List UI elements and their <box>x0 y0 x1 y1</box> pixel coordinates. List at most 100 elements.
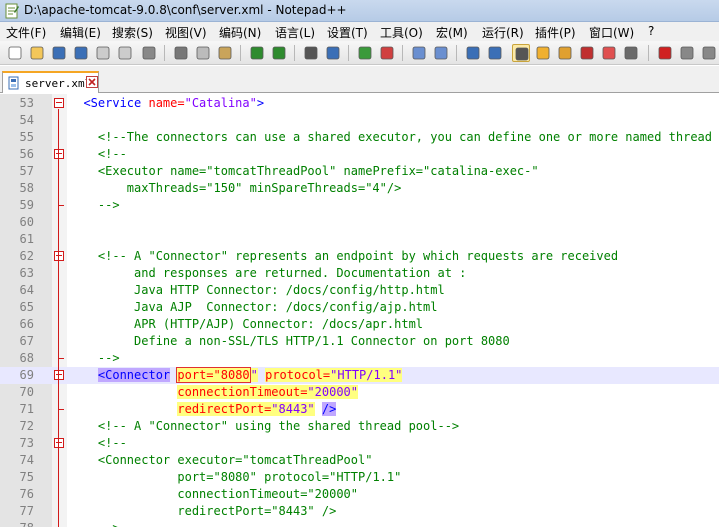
cut-icon[interactable] <box>172 44 190 62</box>
function-list-icon[interactable] <box>578 44 596 62</box>
menu-item-2[interactable]: 搜索(S) <box>112 24 153 41</box>
tab-server-xml[interactable]: server.xml <box>2 71 99 93</box>
menu-item-11[interactable]: 窗口(W) <box>589 24 634 41</box>
menu-item-5[interactable]: 语言(L) <box>275 24 315 41</box>
stop-macro-icon[interactable] <box>678 44 696 62</box>
toolbar-separator <box>240 45 241 61</box>
fold-end-marker <box>58 409 64 410</box>
line-number: 74 <box>19 453 34 467</box>
toolbar-separator <box>294 45 295 61</box>
menu-item-6[interactable]: 设置(T) <box>327 24 368 41</box>
code-line[interactable]: 53 <Service name="Catalina"> <box>0 95 719 112</box>
find-icon[interactable] <box>302 44 320 62</box>
menu-bar: 文件(F) 编辑(E) 搜索(S) 视图(V) 编码(N) 语言(L) 设置(T) 工具(O)… <box>0 22 719 41</box>
monitor-icon[interactable] <box>622 44 640 62</box>
code-token: --> <box>97 198 120 212</box>
code-line[interactable]: 60 <box>0 214 719 231</box>
close-icon[interactable] <box>94 44 112 62</box>
menu-item-10[interactable]: 插件(P) <box>535 24 576 41</box>
replace-icon[interactable] <box>324 44 342 62</box>
code-line[interactable]: 61 <box>0 231 719 248</box>
fold-toggle-icon[interactable] <box>54 149 64 159</box>
code-line[interactable]: 65 Java AJP Connector: /docs/config/ajp.… <box>0 299 719 316</box>
new-file-icon[interactable] <box>6 44 24 62</box>
fold-toggle-icon[interactable] <box>54 98 64 108</box>
undo-icon[interactable] <box>248 44 266 62</box>
code-line[interactable]: 67 Define a non-SSL/TLS HTTP/1.1 Connect… <box>0 333 719 350</box>
user-language-icon[interactable] <box>534 44 552 62</box>
line-number: 73 <box>19 436 34 450</box>
menu-item-3[interactable]: 视图(V) <box>165 24 207 41</box>
code-line[interactable]: 77 redirectPort="8443" /> <box>0 503 719 520</box>
fold-guide <box>58 449 59 527</box>
code-line[interactable]: 72 <!-- A "Connector" using the shared t… <box>0 418 719 435</box>
code-text: connectionTimeout="20000" <box>69 384 358 401</box>
code-token: --> <box>97 351 120 365</box>
fold-toggle-icon[interactable] <box>54 438 64 448</box>
zoom-out-icon[interactable] <box>378 44 396 62</box>
code-line[interactable]: 74 <Connector executor="tomcatThreadPool… <box>0 452 719 469</box>
code-line[interactable]: 70 connectionTimeout="20000" <box>0 384 719 401</box>
code-line[interactable]: 76 connectionTimeout="20000" <box>0 486 719 503</box>
code-line[interactable]: 78 --> <box>0 520 719 527</box>
save-icon[interactable] <box>50 44 68 62</box>
print-icon[interactable] <box>140 44 158 62</box>
code-line[interactable]: 58 maxThreads="150" minSpareThreads="4"/… <box>0 180 719 197</box>
code-line[interactable]: 69 <Connector port="8080" protocol="HTTP… <box>0 367 719 384</box>
play-macro-icon[interactable] <box>700 44 718 62</box>
menu-item-4[interactable]: 编码(N) <box>219 24 261 41</box>
code-text: <Executor name="tomcatThreadPool" namePr… <box>69 163 539 180</box>
code-line[interactable]: 66 APR (HTTP/AJP) Connector: /docs/apr.h… <box>0 316 719 333</box>
notepadpp-app-icon <box>5 3 19 19</box>
text-editor[interactable]: 53 <Service name="Catalina"> 54 55 <!--The… <box>0 94 719 527</box>
code-line[interactable]: 54 <box>0 112 719 129</box>
code-line[interactable]: 59 --> <box>0 197 719 214</box>
close-all-icon[interactable] <box>116 44 134 62</box>
code-line[interactable]: 68 --> <box>0 350 719 367</box>
line-number: 76 <box>19 487 34 501</box>
code-line[interactable]: 62 <!-- A "Connector" represents an endp… <box>0 248 719 265</box>
menu-item-8[interactable]: 宏(M) <box>436 24 468 41</box>
code-line[interactable]: 56 <!-- <box>0 146 719 163</box>
code-line[interactable]: 55 <!--The connectors can use a shared e… <box>0 129 719 146</box>
menu-item-0[interactable]: 文件(F) <box>6 24 46 41</box>
word-wrap-icon[interactable] <box>464 44 482 62</box>
toolbar-separator <box>402 45 403 61</box>
fold-toggle-icon[interactable] <box>54 251 64 261</box>
line-number: 69 <box>19 368 34 382</box>
code-line[interactable]: 73 <!-- <box>0 435 719 452</box>
code-token: name= <box>141 96 185 110</box>
sync-vertical-icon[interactable] <box>410 44 428 62</box>
fold-toggle-icon[interactable] <box>54 370 64 380</box>
indent-guide-icon[interactable] <box>512 44 530 62</box>
code-line[interactable]: 75 port="8080" protocol="HTTP/1.1" <box>0 469 719 486</box>
code-text: --> <box>69 350 120 367</box>
tab-close-icon[interactable] <box>86 76 98 88</box>
code-line[interactable]: 63 and responses are returned. Documenta… <box>0 265 719 282</box>
redo-icon[interactable] <box>270 44 288 62</box>
save-all-icon[interactable] <box>72 44 90 62</box>
code-line[interactable]: 64 Java HTTP Connector: /docs/config/htt… <box>0 282 719 299</box>
code-text: <!-- <box>69 146 127 163</box>
paste-icon[interactable] <box>216 44 234 62</box>
code-line[interactable]: 57 <Executor name="tomcatThreadPool" nam… <box>0 163 719 180</box>
menu-item-12[interactable]: ? <box>648 24 654 38</box>
line-number: 56 <box>19 147 34 161</box>
zoom-in-icon[interactable] <box>356 44 374 62</box>
menu-item-9[interactable]: 运行(R) <box>482 24 524 41</box>
open-file-icon[interactable] <box>28 44 46 62</box>
code-text: <!-- A "Connector" using the shared thre… <box>69 418 459 435</box>
menu-item-7[interactable]: 工具(O) <box>380 24 423 41</box>
menu-item-1[interactable]: 编辑(E) <box>60 24 101 41</box>
sync-horizontal-icon[interactable] <box>432 44 450 62</box>
copy-icon[interactable] <box>194 44 212 62</box>
doc-map-icon[interactable] <box>556 44 574 62</box>
show-all-chars-icon[interactable] <box>486 44 504 62</box>
code-line[interactable]: 71 redirectPort="8443" /> <box>0 401 719 418</box>
folder-workspace-icon[interactable] <box>600 44 618 62</box>
record-macro-icon[interactable] <box>656 44 674 62</box>
